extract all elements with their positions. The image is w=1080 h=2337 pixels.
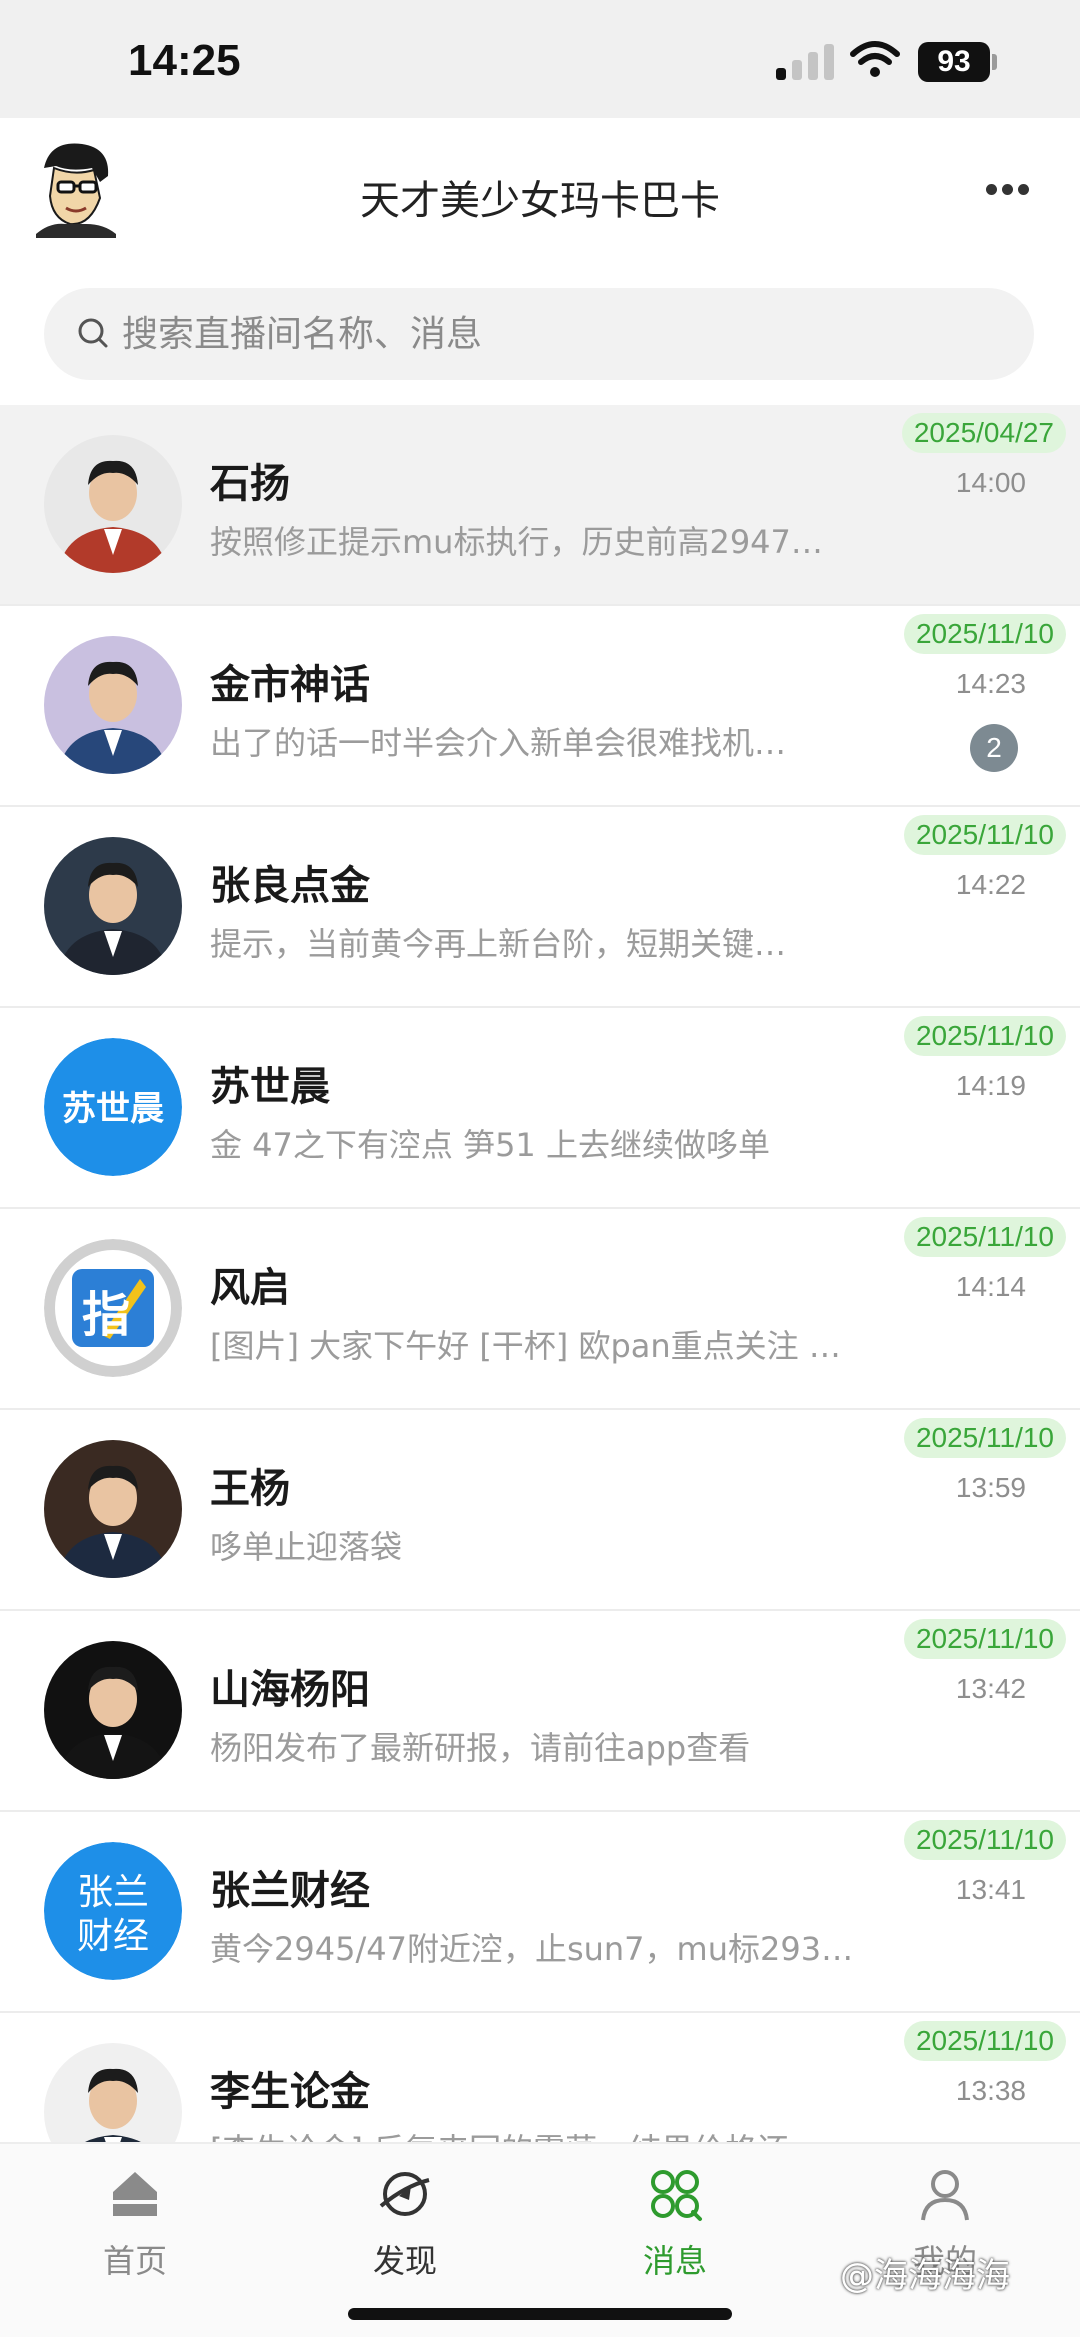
battery-level: 93 — [918, 42, 990, 82]
more-options-icon[interactable] — [986, 184, 1030, 198]
conversation-preview: 杨阳发布了最新研报，请前往app查看 — [210, 1729, 751, 1767]
conversation-list: 石扬按照修正提示mu标执行，历史前高2947… 2025/04/27 14:00 金市… — [0, 405, 1080, 2214]
svg-text:张兰: 张兰 — [77, 1872, 149, 1913]
conversation-row[interactable]: 张良点金提示，当前黄今再上新台阶，短期关键… 2025/11/10 14:22 — [0, 807, 1080, 1008]
home-indicator[interactable] — [348, 2308, 732, 2320]
conversation-preview: 哆单止迎落袋 — [210, 1528, 403, 1566]
watermark-text: @海海海海 — [840, 2256, 1010, 2296]
date-badge: 2025/11/10 — [903, 1619, 1066, 1659]
conversation-name: 山海杨阳 — [210, 1667, 370, 1713]
date-badge: 2025/11/10 — [903, 1016, 1066, 1056]
tab-messages[interactable]: 消息 — [540, 2144, 810, 2294]
page-title: 天才美少女玛卡巴卡 — [360, 178, 720, 224]
conversation-row[interactable]: 张兰 财经 张兰财经 黄今2945/47附近涳，止sun7，mu标293… 2025/1… — [0, 1812, 1080, 2013]
avatar[interactable]: 苏世晨 — [44, 1038, 182, 1176]
date-badge: 2025/11/10 — [903, 1418, 1066, 1458]
date-badge: 2025/11/10 — [903, 1217, 1066, 1257]
conversation-preview: [图片] 大家下午好 [干杯] 欧pan重点关注 … — [210, 1327, 841, 1365]
cellular-signal-icon — [776, 44, 834, 80]
battery-tip-icon — [992, 54, 997, 70]
messages-icon — [651, 2170, 702, 2221]
tab-discover[interactable]: 发现 — [270, 2144, 540, 2294]
avatar[interactable] — [44, 1641, 182, 1779]
conversation-time: 14:22 — [955, 869, 1026, 900]
conversation-preview: 金 47之下有涳点 笋51 上去继续做哆单 — [210, 1126, 770, 1164]
date-badge: 2025/11/10 — [903, 815, 1066, 855]
svg-text:财经: 财经 — [77, 1916, 149, 1957]
tab-home-label: 首页 — [102, 2242, 167, 2280]
home-icon — [113, 2172, 157, 2216]
app-header: 天才美少女玛卡巴卡 — [0, 118, 1080, 278]
date-badge: 2025/11/10 — [903, 614, 1066, 654]
wifi-icon — [850, 41, 900, 77]
conversation-preview: 黄今2945/47附近涳，止sun7，mu标293… — [210, 1930, 854, 1968]
avatar[interactable] — [44, 435, 182, 573]
conversation-time: 14:00 — [955, 467, 1026, 498]
svg-text:指: 指 — [82, 1287, 130, 1343]
search-bar[interactable] — [44, 288, 1034, 380]
conversation-row[interactable]: 石扬按照修正提示mu标执行，历史前高2947… 2025/04/27 14:00 — [0, 405, 1080, 606]
avatar[interactable] — [44, 837, 182, 975]
search-icon — [78, 318, 108, 348]
conversation-time: 13:38 — [955, 2075, 1026, 2106]
status-time: 14:25 — [128, 36, 241, 85]
conversation-preview: 提示，当前黄今再上新台阶，短期关键… — [210, 925, 787, 963]
conversation-name: 苏世晨 — [210, 1064, 330, 1110]
discover-icon — [379, 2172, 430, 2216]
profile-icon — [921, 2170, 969, 2221]
tab-discover-label: 发现 — [372, 2242, 437, 2280]
avatar[interactable] — [44, 636, 182, 774]
unread-count-badge: 2 — [970, 724, 1018, 772]
conversation-name: 王杨 — [210, 1466, 290, 1512]
conversation-time: 14:19 — [955, 1070, 1026, 1101]
tab-messages-label: 消息 — [642, 2242, 707, 2280]
date-badge: 2025/11/10 — [903, 1820, 1066, 1860]
conversation-time: 14:23 — [955, 668, 1026, 699]
date-badge: 2025/11/10 — [903, 2021, 1066, 2061]
avatar[interactable]: 张兰 财经 — [44, 1842, 182, 1980]
conversation-name: 石扬 — [210, 461, 290, 507]
conversation-name: 张良点金 — [210, 863, 370, 909]
conversation-row[interactable]: 山海杨阳杨阳发布了最新研报，请前往app查看 2025/11/10 13:42 — [0, 1611, 1080, 1812]
conversation-row[interactable]: 苏世晨 苏世晨金 47之下有涳点 笋51 上去继续做哆单 2025/11/10 14:… — [0, 1008, 1080, 1209]
conversation-time: 13:59 — [955, 1472, 1026, 1503]
conversation-time: 13:42 — [955, 1673, 1026, 1704]
avatar[interactable]: 指 — [44, 1239, 182, 1377]
conversation-name: 金市神话 — [210, 662, 370, 708]
conversation-time: 13:41 — [955, 1874, 1026, 1905]
tab-home[interactable]: 首页 — [0, 2144, 270, 2294]
status-bar: 14:25 93 — [0, 0, 1080, 118]
conversation-name: 风启 — [210, 1265, 290, 1311]
search-input[interactable] — [122, 288, 1002, 380]
conversation-row[interactable]: 指 风启 [图片] 大家下午好 [干杯] 欧pan重点关注 … 2025/11/10 1… — [0, 1209, 1080, 1410]
avatar[interactable] — [44, 1440, 182, 1578]
conversation-time: 14:14 — [955, 1271, 1026, 1302]
avatar-text: 苏世晨 — [62, 1089, 164, 1129]
conversation-row[interactable]: 王杨哆单止迎落袋 2025/11/10 13:59 — [0, 1410, 1080, 1611]
conversation-preview: 按照修正提示mu标执行，历史前高2947… — [210, 523, 823, 561]
conversation-preview: 出了的话一时半会介入新单会很难找机… — [210, 724, 787, 762]
conversation-row[interactable]: 金市神话出了的话一时半会介入新单会很难找机… 2025/11/10 14:23 2 — [0, 606, 1080, 807]
conversation-name: 张兰财经 — [210, 1868, 370, 1914]
date-badge: 2025/04/27 — [901, 413, 1066, 453]
conversation-name: 李生论金 — [210, 2069, 370, 2115]
